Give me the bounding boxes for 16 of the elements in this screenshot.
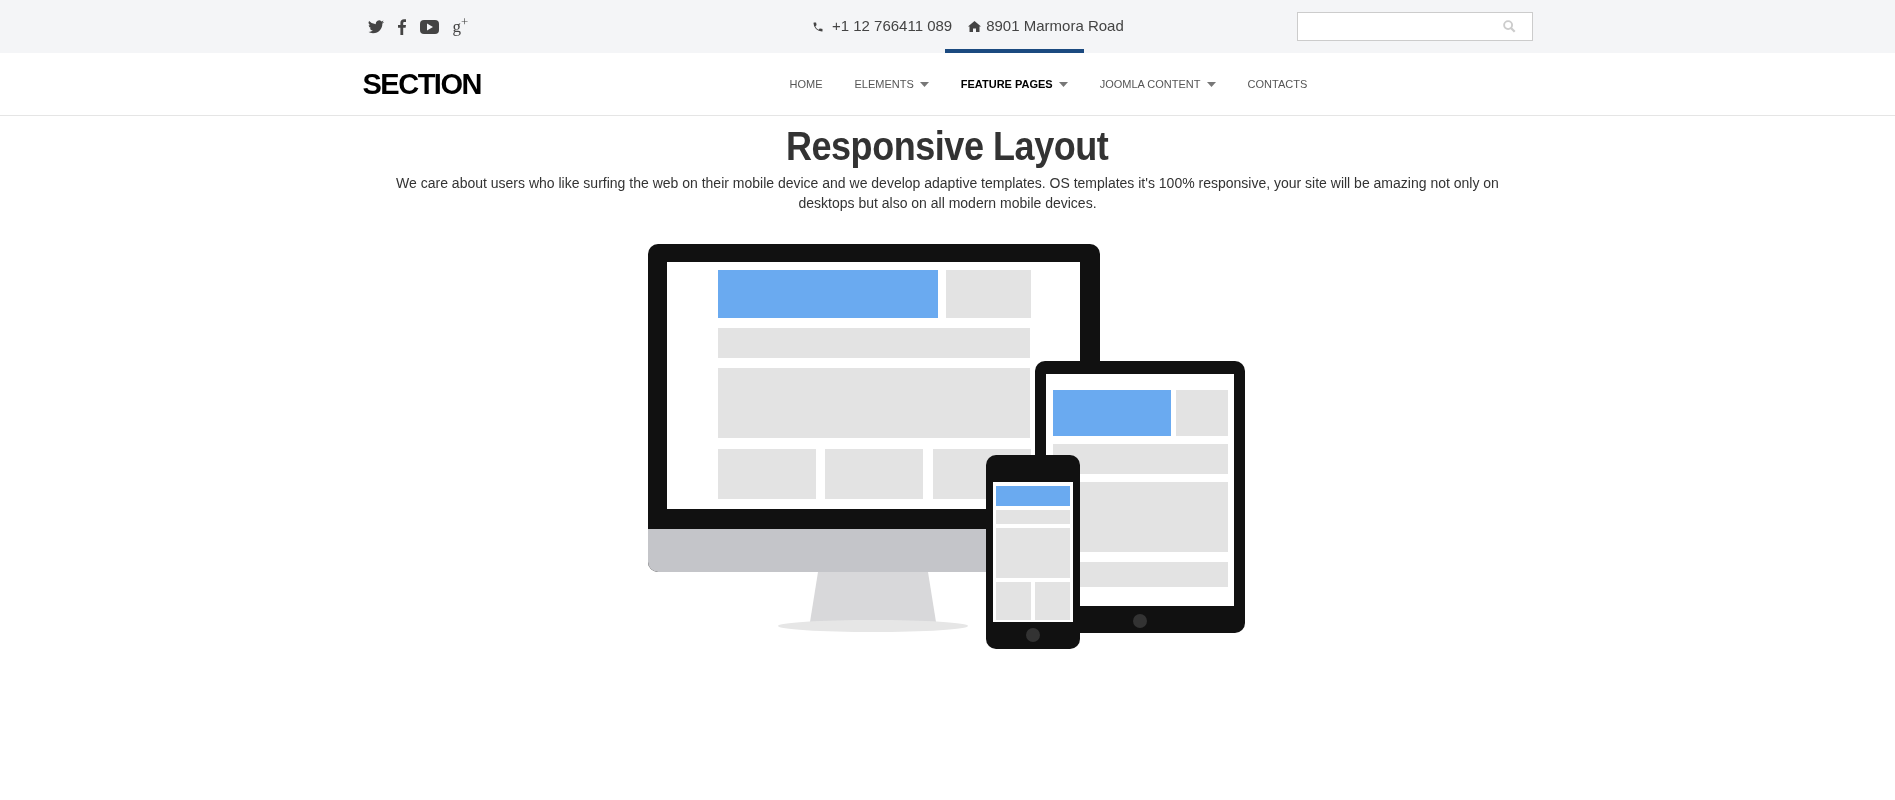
logo[interactable]: SECTION	[362, 69, 708, 99]
google-plus-icon[interactable]: g$^{+}$	[452, 18, 469, 35]
phone-icon	[811, 20, 824, 33]
search-field[interactable]	[1297, 12, 1534, 41]
address: 8901 Marmora Road	[986, 16, 1124, 37]
home-icon	[968, 21, 982, 32]
facebook-icon[interactable]	[397, 18, 406, 35]
nav-item[interactable]: HOME	[773, 53, 839, 115]
phone-number: +1 12 766411 089	[831, 16, 953, 37]
nav-item[interactable]: CONTACTS	[1231, 53, 1324, 115]
page-heading: Responsive Layout	[786, 126, 1109, 166]
video-play-icon[interactable]	[419, 19, 439, 34]
nav-item[interactable]: ELEMENTS	[838, 53, 945, 115]
intro-paragraph: We care about users who like surfing the web on their mobile device and we develop adaptive templates. OS templates it's 100% responsive, your site will be amazing not only on desktops but also on all modern mobile devices.	[395, 174, 1500, 213]
nav-item[interactable]: JOOMLA CONTENT	[1083, 53, 1232, 115]
twitter-icon[interactable]	[367, 19, 384, 34]
